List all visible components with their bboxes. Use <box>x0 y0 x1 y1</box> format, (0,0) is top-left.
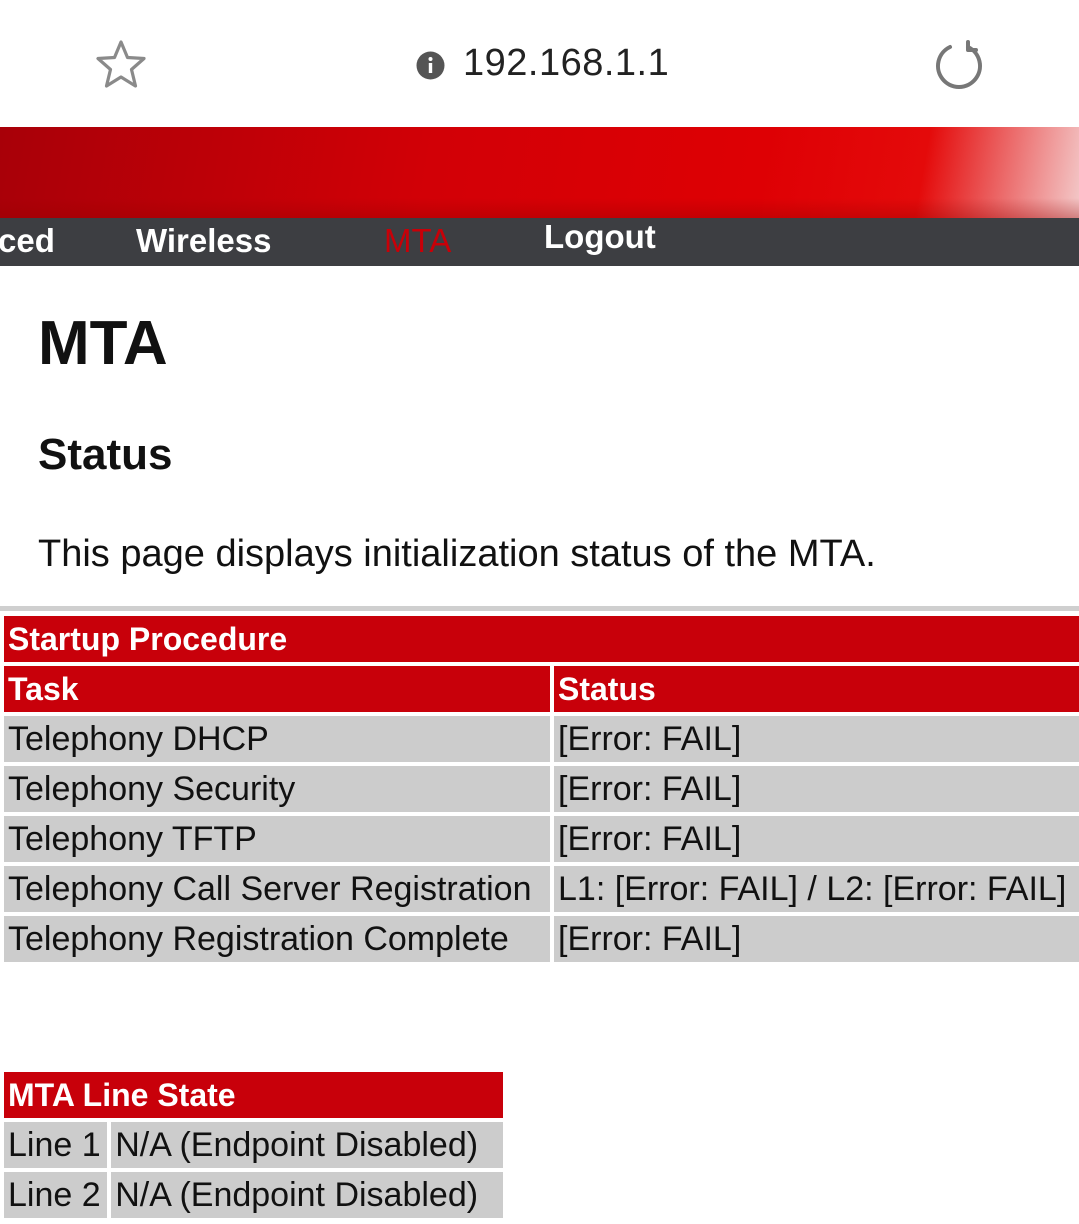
table-header-row: Task Status <box>4 666 1079 712</box>
divider <box>0 606 1079 611</box>
task-cell: Telephony Call Server Registration <box>4 866 550 912</box>
main-nav: ced Wireless MTA Logout <box>0 218 1079 266</box>
section-title: Status <box>38 430 173 479</box>
status-cell: [Error: FAIL] <box>554 816 1079 862</box>
line-state-cell: N/A (Endpoint Disabled) <box>111 1172 503 1218</box>
startup-procedure-table: Startup Procedure Task Status Telephony … <box>0 612 1079 966</box>
task-cell: Telephony DHCP <box>4 716 550 762</box>
table-title: MTA Line State <box>4 1072 503 1118</box>
line-state-table: MTA Line State Line 1 N/A (Endpoint Disa… <box>0 1068 507 1222</box>
table-title: Startup Procedure <box>4 616 1079 662</box>
table-title-row: Startup Procedure <box>4 616 1079 662</box>
table-row: Telephony Security [Error: FAIL] <box>4 766 1079 812</box>
info-icon[interactable] <box>416 51 445 80</box>
column-header-status: Status <box>554 666 1079 712</box>
status-cell: [Error: FAIL] <box>554 716 1079 762</box>
page-description: This page displays initialization status… <box>38 533 876 575</box>
task-cell: Telephony TFTP <box>4 816 550 862</box>
browser-address-bar: 192.168.1.1 <box>0 0 1079 127</box>
nav-item-mta[interactable]: MTA <box>384 222 451 260</box>
line-state-cell: N/A (Endpoint Disabled) <box>111 1122 503 1168</box>
url-text[interactable]: 192.168.1.1 <box>463 42 669 85</box>
line-cell: Line 1 <box>4 1122 108 1168</box>
status-cell: [Error: FAIL] <box>554 916 1079 962</box>
status-cell: [Error: FAIL] <box>554 766 1079 812</box>
table-row: Line 2 N/A (Endpoint Disabled) <box>4 1172 503 1218</box>
reload-icon[interactable] <box>932 38 986 92</box>
table-title-row: MTA Line State <box>4 1072 503 1118</box>
task-cell: Telephony Security <box>4 766 550 812</box>
task-cell: Telephony Registration Complete <box>4 916 550 962</box>
nav-item-advanced[interactable]: ced <box>0 222 55 260</box>
column-header-task: Task <box>4 666 550 712</box>
header-banner <box>0 127 1079 218</box>
table-row: Line 1 N/A (Endpoint Disabled) <box>4 1122 503 1168</box>
table-row: Telephony Call Server Registration L1: [… <box>4 866 1079 912</box>
nav-item-wireless[interactable]: Wireless <box>136 222 271 260</box>
line-cell: Line 2 <box>4 1172 108 1218</box>
table-row: Telephony Registration Complete [Error: … <box>4 916 1079 962</box>
table-row: Telephony TFTP [Error: FAIL] <box>4 816 1079 862</box>
status-cell: L1: [Error: FAIL] / L2: [Error: FAIL] <box>554 866 1079 912</box>
page-title: MTA <box>38 309 168 378</box>
nav-item-logout[interactable]: Logout <box>544 218 656 256</box>
table-row: Telephony DHCP [Error: FAIL] <box>4 716 1079 762</box>
star-icon[interactable] <box>94 38 148 92</box>
